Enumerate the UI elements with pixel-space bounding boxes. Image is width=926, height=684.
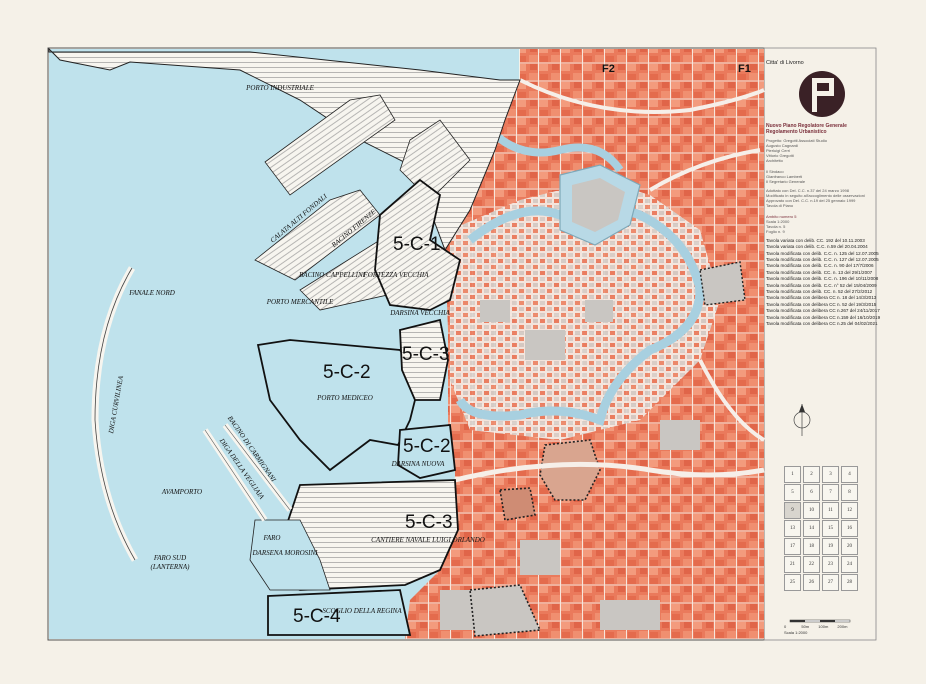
sheet-index-cell[interactable]: 11 xyxy=(822,502,839,519)
revision-line: Tavola modificata con delibera CC n.25 d… xyxy=(766,321,878,327)
sheet-index-cell[interactable]: 27 xyxy=(822,574,839,591)
sheet-index-cell[interactable]: 8 xyxy=(841,484,858,501)
sheet-index-cell[interactable]: 28 xyxy=(841,574,858,591)
zone-label: 5-C-1 xyxy=(393,234,441,255)
public-block xyxy=(585,300,613,322)
scale-tick: 200m xyxy=(837,624,848,629)
sheet-index-cell[interactable]: 10 xyxy=(803,502,820,519)
place-label: FORTEZZA VECCHIA xyxy=(362,271,429,279)
staff: Il Sindaco Gianfranco Lamberti Il Segret… xyxy=(766,169,874,184)
place-label: SCOGLIO DELLA REGINA xyxy=(322,607,402,615)
scale-tick: 50m xyxy=(801,624,810,629)
sheet-index-cell[interactable]: 9 xyxy=(784,502,801,519)
zone-label: 5-C-3 xyxy=(405,512,453,533)
city-name: Citta' di Livorno xyxy=(766,60,804,66)
revision-line: Tavola variata con delib. C.C. n.59 del … xyxy=(766,244,868,250)
credits: Progetto: Gregotti Associati Studio Augu… xyxy=(766,138,874,163)
sheet-index-cell[interactable]: 2 xyxy=(803,466,820,483)
sheet-index-cell[interactable]: 13 xyxy=(784,520,801,537)
place-label: DARSINA NUOVA xyxy=(391,460,446,468)
revision-line: Tavola modificata con delib. C.C. n. 90 … xyxy=(766,263,874,269)
place-label: PORTO MEDICEO xyxy=(316,394,373,402)
adoption: Adottato con Del. C.C. n.37 del 24 marzo… xyxy=(766,188,874,208)
place-label: FARO SUD xyxy=(153,554,186,562)
place-label: (LANTERNA) xyxy=(151,563,191,571)
revision-line: Tavola modificata con delib. C.C. n. 196… xyxy=(766,276,879,282)
sheet-index-cell[interactable]: 26 xyxy=(803,574,820,591)
revision-line: Tavola modificata con delibera CC n. 18 … xyxy=(766,295,877,301)
zone-label: 5-C-2 xyxy=(323,362,371,383)
public-block xyxy=(520,540,560,575)
place-label: BACINO CAPPELLINI xyxy=(299,271,366,279)
sheet-index-cell[interactable]: 22 xyxy=(803,556,820,573)
sheet-index-cell[interactable]: 1 xyxy=(784,466,801,483)
sheet-index-cell[interactable]: 4 xyxy=(841,466,858,483)
sheet-index-cell[interactable]: 19 xyxy=(822,538,839,555)
adoption-line: Tavola di Piano xyxy=(766,202,794,208)
sheet-index-cell[interactable]: 3 xyxy=(822,466,839,483)
plan-title: Nuovo Piano Regolatore Generale xyxy=(766,122,847,129)
sheet-line: Foglio n. 9 xyxy=(766,228,785,234)
sheet-index-cell[interactable]: 15 xyxy=(822,520,839,537)
scale-labels: 0 50m 100m 200m Scala 1:2000 xyxy=(784,624,864,635)
place-label: CANTIERE NAVALE LUIGI ORLANDO xyxy=(371,536,485,544)
sheet-block: Ambito numero 5 Scala 1:2000 Tavola n. 5… xyxy=(766,214,874,234)
sheet-ref-f2: F2 xyxy=(602,63,615,75)
sheet-index-cell[interactable]: 16 xyxy=(841,520,858,537)
sheet-index-cell[interactable]: 5 xyxy=(784,484,801,501)
place-label: DARSINA VECCHIA xyxy=(389,309,450,317)
revisions-list: Tavola variata con delib. CC. 192 del 10… xyxy=(766,238,880,328)
sheet-index-cell[interactable]: 6 xyxy=(803,484,820,501)
place-label: DARSENA MOROSINI xyxy=(252,549,319,557)
place-label: AVAMPORTO xyxy=(161,488,202,496)
sheet-index-grid: 1 2 3 4 5 6 7 8 9 10 11 12 13 14 15 16 17 18 19 20 21 22 23 24 2… xyxy=(784,466,862,594)
zone-label: 5-C-2 xyxy=(403,436,451,457)
scale-tick: 100m xyxy=(818,624,829,629)
place-label: FANALE NORD xyxy=(128,289,175,297)
sheet-index-cell[interactable]: 18 xyxy=(803,538,820,555)
zone-label: 5-C-3 xyxy=(402,344,450,365)
special-area xyxy=(499,487,536,521)
sheet-index-cell[interactable]: 20 xyxy=(841,538,858,555)
sheet-index-cell[interactable]: 25 xyxy=(784,574,801,591)
sheet-index-cell[interactable]: 14 xyxy=(803,520,820,537)
public-block xyxy=(480,300,510,322)
plan-subtitle: Regolamento Urbanistico xyxy=(766,129,827,136)
place-label: PORTO INDUSTRIALE xyxy=(245,84,314,92)
public-block xyxy=(600,600,660,630)
map-sheet: 5-C-1 5-C-3 5-C-2 5-C-2 5-C-3 5-C-4 PORT… xyxy=(0,0,926,684)
scale-label: Scala 1:2000 xyxy=(784,630,808,635)
public-block xyxy=(660,420,700,450)
sheet-index-cell[interactable]: 21 xyxy=(784,556,801,573)
sheet-ref-f1: F1 xyxy=(738,63,751,75)
scale-tick: 0 xyxy=(784,624,787,629)
place-label: PORTO MERCANTILE xyxy=(266,298,334,306)
sheet-index-cell[interactable]: 12 xyxy=(841,502,858,519)
sheet-index-cell[interactable]: 24 xyxy=(841,556,858,573)
sheet-index-cell[interactable]: 17 xyxy=(784,538,801,555)
sheet-index-cell[interactable]: 7 xyxy=(822,484,839,501)
place-label: FARO xyxy=(263,534,281,542)
revision-line: Tavola modificata con delibera CC n.267 … xyxy=(766,308,880,314)
staff-line: Il Segretario Generale xyxy=(766,178,806,184)
credit-line: Architetto xyxy=(766,157,783,163)
sheet-index-cell[interactable]: 23 xyxy=(822,556,839,573)
public-block xyxy=(525,330,565,360)
